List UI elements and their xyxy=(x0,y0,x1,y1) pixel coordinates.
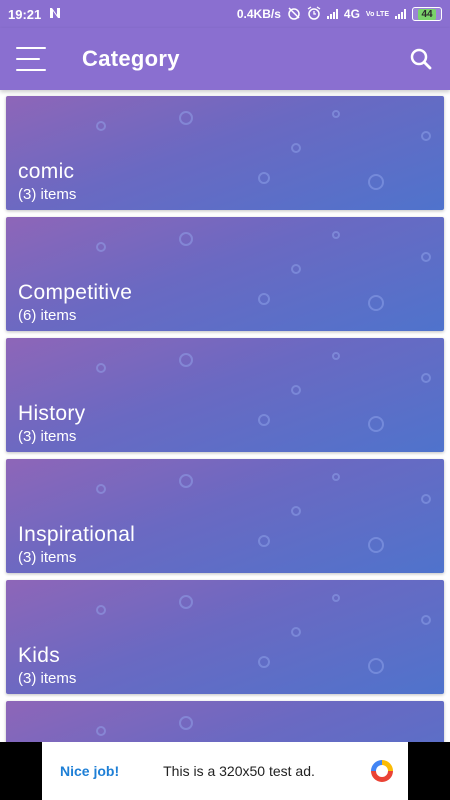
alarm-clock-icon xyxy=(307,5,321,23)
category-count: (3) items xyxy=(18,670,77,687)
page-title: Category xyxy=(82,46,180,71)
ad-banner-container: Nice job! This is a 320x50 test ad. xyxy=(0,742,450,800)
ad-text: This is a 320x50 test ad. xyxy=(163,763,315,779)
battery-icon: 44 xyxy=(412,7,442,21)
category-count: (3) items xyxy=(18,428,77,445)
status-bar: 19:21 0.4KB/s 4G Vo LTE 44 xyxy=(0,0,450,28)
volte-label: Vo LTE xyxy=(365,10,389,18)
category-name: Competitive xyxy=(18,281,133,304)
ad-banner[interactable]: Nice job! This is a 320x50 test ad. xyxy=(42,742,408,800)
category-count: (3) items xyxy=(18,186,77,203)
category-card-competitive[interactable]: Competitive (6) items xyxy=(6,217,444,331)
signal-strength-icon xyxy=(326,9,338,19)
ad-nice-label: Nice job! xyxy=(60,763,120,779)
search-icon[interactable] xyxy=(408,46,434,72)
category-card-history[interactable]: History (3) items xyxy=(6,338,444,452)
ad-logo-icon xyxy=(368,757,396,785)
category-count: (3) items xyxy=(18,549,77,566)
signal-strength-2-icon xyxy=(395,9,406,19)
category-card-comic[interactable]: comic (3) items xyxy=(6,96,444,210)
category-card-inspirational[interactable]: Inspirational (3) items xyxy=(6,459,444,573)
category-name: History xyxy=(18,402,86,425)
n-notification-icon xyxy=(49,7,61,22)
network-speed: 0.4KB/s xyxy=(236,7,281,21)
status-time: 19:21 xyxy=(8,6,42,22)
hamburger-menu-icon[interactable] xyxy=(16,47,48,71)
category-name: Kids xyxy=(18,644,61,667)
category-card-kids[interactable]: Kids (3) items xyxy=(6,580,444,694)
alarm-off-icon xyxy=(287,6,301,23)
category-count: (6) items xyxy=(18,307,77,324)
app-bar: Category xyxy=(0,28,450,90)
category-name: comic xyxy=(18,160,75,183)
battery-level: 44 xyxy=(418,8,436,20)
network-type: 4G xyxy=(343,7,360,21)
category-name: Inspirational xyxy=(18,523,136,546)
